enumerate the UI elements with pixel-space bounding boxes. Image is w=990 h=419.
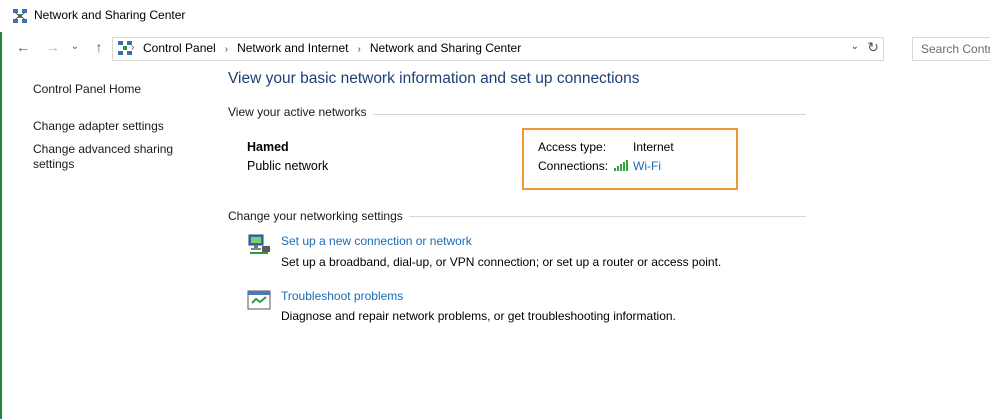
control-panel-home-link[interactable]: Control Panel Home	[33, 81, 141, 97]
breadcrumb-control-panel[interactable]: Control Panel	[143, 41, 216, 55]
address-dropdown-icon[interactable]: ⌄	[851, 41, 859, 52]
active-networks-heading: View your active networks	[228, 105, 373, 119]
connections-label: Connections:	[538, 159, 609, 173]
refresh-icon[interactable]: ↻	[867, 39, 879, 56]
title-bar: Network and Sharing Center	[0, 0, 990, 32]
change-advanced-sharing-link[interactable]: Change advanced sharing	[33, 141, 173, 157]
breadcrumb-root-chevron-icon[interactable]: ›	[131, 42, 134, 53]
search-input[interactable]: Search Contr	[912, 37, 990, 61]
troubleshoot-icon	[247, 290, 271, 310]
change-adapter-settings-link[interactable]: Change adapter settings	[33, 118, 164, 134]
setup-connection-link[interactable]: Set up a new connection or network	[281, 234, 472, 248]
back-arrow-icon[interactable]: ←	[14, 38, 32, 56]
main-content: View your basic network information and …	[228, 64, 988, 419]
breadcrumb-network-and-internet[interactable]: Network and Internet	[237, 41, 348, 55]
page-title: View your basic network information and …	[228, 70, 640, 87]
setup-connection-description: Set up a broadband, dial-up, or VPN conn…	[281, 255, 722, 269]
breadcrumb-network-and-sharing-center[interactable]: Network and Sharing Center	[370, 41, 521, 55]
troubleshoot-problems-link[interactable]: Troubleshoot problems	[281, 289, 403, 303]
change-advanced-sharing-link-line2[interactable]: settings	[33, 156, 74, 172]
breadcrumb: Control Panel › Network and Internet › Netwo…	[143, 41, 521, 55]
networking-settings-heading: Change your networking settings	[228, 209, 409, 223]
left-navigation-pane: Control Panel Home Change adapter settin…	[0, 64, 210, 419]
access-type-label: Access type:	[538, 140, 607, 154]
breadcrumb-separator-icon[interactable]: ›	[357, 44, 360, 55]
troubleshoot-description: Diagnose and repair network problems, or…	[281, 309, 676, 323]
up-arrow-icon[interactable]: ↑	[90, 38, 108, 56]
wifi-signal-icon	[614, 160, 628, 171]
network-name: Hamed	[247, 140, 289, 154]
search-placeholder: Search Contr	[921, 42, 990, 56]
network-center-icon	[13, 9, 27, 23]
wifi-connection-link[interactable]: Wi-Fi	[633, 159, 661, 173]
window-title: Network and Sharing Center	[34, 8, 186, 22]
breadcrumb-separator-icon[interactable]: ›	[225, 44, 228, 55]
forward-arrow-icon[interactable]: →	[44, 38, 62, 56]
recent-locations-chevron-icon[interactable]: ⌄	[66, 38, 84, 56]
address-bar[interactable]: › Control Panel › Network and Internet › Net…	[112, 37, 884, 61]
new-connection-icon	[248, 234, 270, 254]
access-type-value: Internet	[633, 140, 674, 154]
network-type-link[interactable]: Public network	[247, 159, 328, 173]
